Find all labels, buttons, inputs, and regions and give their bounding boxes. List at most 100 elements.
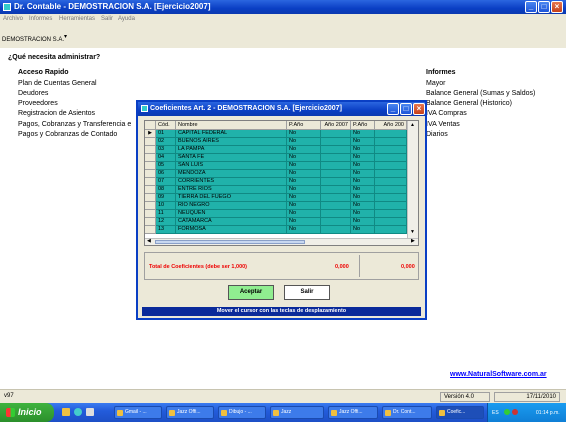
task-jazz-office-2[interactable]: Jazz Offi... (328, 406, 378, 419)
cell-nombre[interactable]: RIO NEGRO (176, 202, 287, 210)
cell-value[interactable] (321, 194, 351, 202)
natural-software-link[interactable]: www.NaturalSoftware.com.ar (450, 371, 547, 378)
cell-cod[interactable]: 03 (156, 146, 176, 154)
cell-cod[interactable]: 12 (156, 218, 176, 226)
cell-p1[interactable]: No (287, 178, 321, 186)
cell-nombre[interactable]: TIERRA DEL FUEGO (176, 194, 287, 202)
dialog-title-bar[interactable]: Coeficientes Art. 2 - DEMOSTRACION S.A. … (138, 102, 425, 116)
table-row[interactable]: 12 CATAMARCA No No (145, 218, 407, 226)
cell-cod[interactable]: 13 (156, 226, 176, 234)
row-selector[interactable] (145, 154, 156, 162)
col-header-ano-2007[interactable]: Año 2007 (321, 121, 351, 130)
cell-value[interactable] (375, 226, 407, 234)
close-button[interactable]: × (551, 1, 563, 13)
table-row[interactable]: 08 ENTRE RIOS No No (145, 186, 407, 194)
cell-nombre[interactable]: ENTRE RIOS (176, 186, 287, 194)
row-selector[interactable] (145, 210, 156, 218)
table-row[interactable]: 13 FORMOSA No No (145, 226, 407, 234)
scroll-up-icon[interactable]: ▲ (410, 122, 415, 128)
dialog-close-button[interactable]: × (413, 103, 425, 115)
cell-p1[interactable]: No (287, 210, 321, 218)
cell-nombre[interactable]: NEUQUEN (176, 210, 287, 218)
col-header-pano-1[interactable]: P.Año (287, 121, 321, 130)
cell-value[interactable] (375, 162, 407, 170)
cell-p2[interactable]: No (351, 138, 375, 146)
quick-deudores[interactable]: Deudores (18, 90, 48, 97)
cell-value[interactable] (375, 146, 407, 154)
col-header-nombre[interactable]: Nombre (176, 121, 287, 130)
cell-value[interactable] (375, 138, 407, 146)
cell-nombre[interactable]: SAN LUIS (176, 162, 287, 170)
cell-nombre[interactable]: FORMOSA (176, 226, 287, 234)
report-iva-ventas[interactable]: IVA Ventas (426, 121, 460, 128)
report-diarios[interactable]: Diarios (426, 131, 448, 138)
table-row[interactable]: 10 RIO NEGRO No No (145, 202, 407, 210)
cell-p1[interactable]: No (287, 162, 321, 170)
quick-plan-de-cuentas[interactable]: Plan de Cuentas General (18, 80, 97, 87)
cell-p2[interactable]: No (351, 210, 375, 218)
cell-cod[interactable]: 07 (156, 178, 176, 186)
exit-button[interactable]: Salir (284, 285, 330, 300)
menu-herramientas[interactable]: Herramientas (59, 16, 95, 22)
cell-value[interactable] (375, 202, 407, 210)
report-iva-compras[interactable]: IVA Compras (426, 110, 467, 117)
table-row[interactable]: 06 MENDOZA No No (145, 170, 407, 178)
cell-p1[interactable]: No (287, 202, 321, 210)
cell-p1[interactable]: No (287, 194, 321, 202)
row-selector[interactable] (145, 194, 156, 202)
table-row[interactable]: 03 LA PAMPA No No (145, 146, 407, 154)
cell-value[interactable] (321, 162, 351, 170)
row-selector[interactable] (145, 170, 156, 178)
quick-registracion-asientos[interactable]: Registracion de Asientos (18, 110, 95, 117)
cell-nombre[interactable]: MENDOZA (176, 170, 287, 178)
dialog-maximize-button[interactable]: □ (400, 103, 412, 115)
cell-value[interactable] (321, 226, 351, 234)
scroll-thumb[interactable] (155, 240, 305, 244)
cell-nombre[interactable]: CATAMARCA (176, 218, 287, 226)
task-dr-contable[interactable]: Dr. Cont... (382, 406, 432, 419)
cell-value[interactable] (375, 170, 407, 178)
start-button[interactable]: Inicio (0, 403, 54, 422)
main-title-bar[interactable]: Dr. Contable - DEMOSTRACION S.A. [Ejerci… (0, 0, 566, 14)
cell-value[interactable] (321, 218, 351, 226)
col-header-ano-200[interactable]: Año 200 (375, 121, 407, 130)
scroll-right-icon[interactable]: ▶ (411, 238, 415, 244)
report-balance-historico[interactable]: Balance General (Historico) (426, 100, 512, 107)
task-jazz-office-1[interactable]: Jazz Offi... (166, 406, 214, 419)
cell-p2[interactable]: No (351, 194, 375, 202)
cell-p2[interactable]: No (351, 154, 375, 162)
cell-value[interactable] (321, 210, 351, 218)
task-dibujo[interactable]: Dibujo - ... (218, 406, 266, 419)
minimize-button[interactable]: _ (525, 1, 537, 13)
cell-p2[interactable]: No (351, 162, 375, 170)
cell-cod[interactable]: 08 (156, 186, 176, 194)
cell-value[interactable] (321, 130, 351, 138)
col-header-cod[interactable]: Cód. (156, 121, 176, 130)
cell-cod[interactable]: 09 (156, 194, 176, 202)
cell-cod[interactable]: 06 (156, 170, 176, 178)
cell-p1[interactable]: No (287, 170, 321, 178)
quick-proveedores[interactable]: Proveedores (18, 100, 58, 107)
grid-vertical-scrollbar[interactable]: ▲ ▼ (407, 121, 418, 238)
report-mayor[interactable]: Mayor (426, 80, 445, 87)
menu-archivo[interactable]: Archivo (3, 16, 23, 22)
cell-value[interactable] (321, 138, 351, 146)
row-selector[interactable] (145, 162, 156, 170)
scroll-left-icon[interactable]: ◀ (147, 238, 151, 244)
cell-nombre[interactable]: LA PAMPA (176, 146, 287, 154)
cell-p2[interactable]: No (351, 226, 375, 234)
table-row[interactable]: 11 NEUQUEN No No (145, 210, 407, 218)
cell-cod[interactable]: 05 (156, 162, 176, 170)
company-selector[interactable]: DEMOSTRACION S.A. ▾ (2, 34, 67, 43)
coefficients-grid[interactable]: Cód. Nombre P.Año Año 2007 P.Año Año 200… (144, 120, 419, 246)
table-row[interactable]: 09 TIERRA DEL FUEGO No No (145, 194, 407, 202)
cell-value[interactable] (375, 210, 407, 218)
report-balance-sumas-saldos[interactable]: Balance General (Sumas y Saldos) (426, 90, 535, 97)
tray-network-icon[interactable] (504, 409, 510, 415)
task-jazz[interactable]: Jazz (270, 406, 324, 419)
accept-button[interactable]: Aceptar (228, 285, 274, 300)
cell-value[interactable] (375, 218, 407, 226)
cell-p1[interactable]: No (287, 138, 321, 146)
col-header-pano-2[interactable]: P.Año (351, 121, 375, 130)
grid-horizontal-scrollbar[interactable]: ◀ ▶ (145, 238, 418, 245)
